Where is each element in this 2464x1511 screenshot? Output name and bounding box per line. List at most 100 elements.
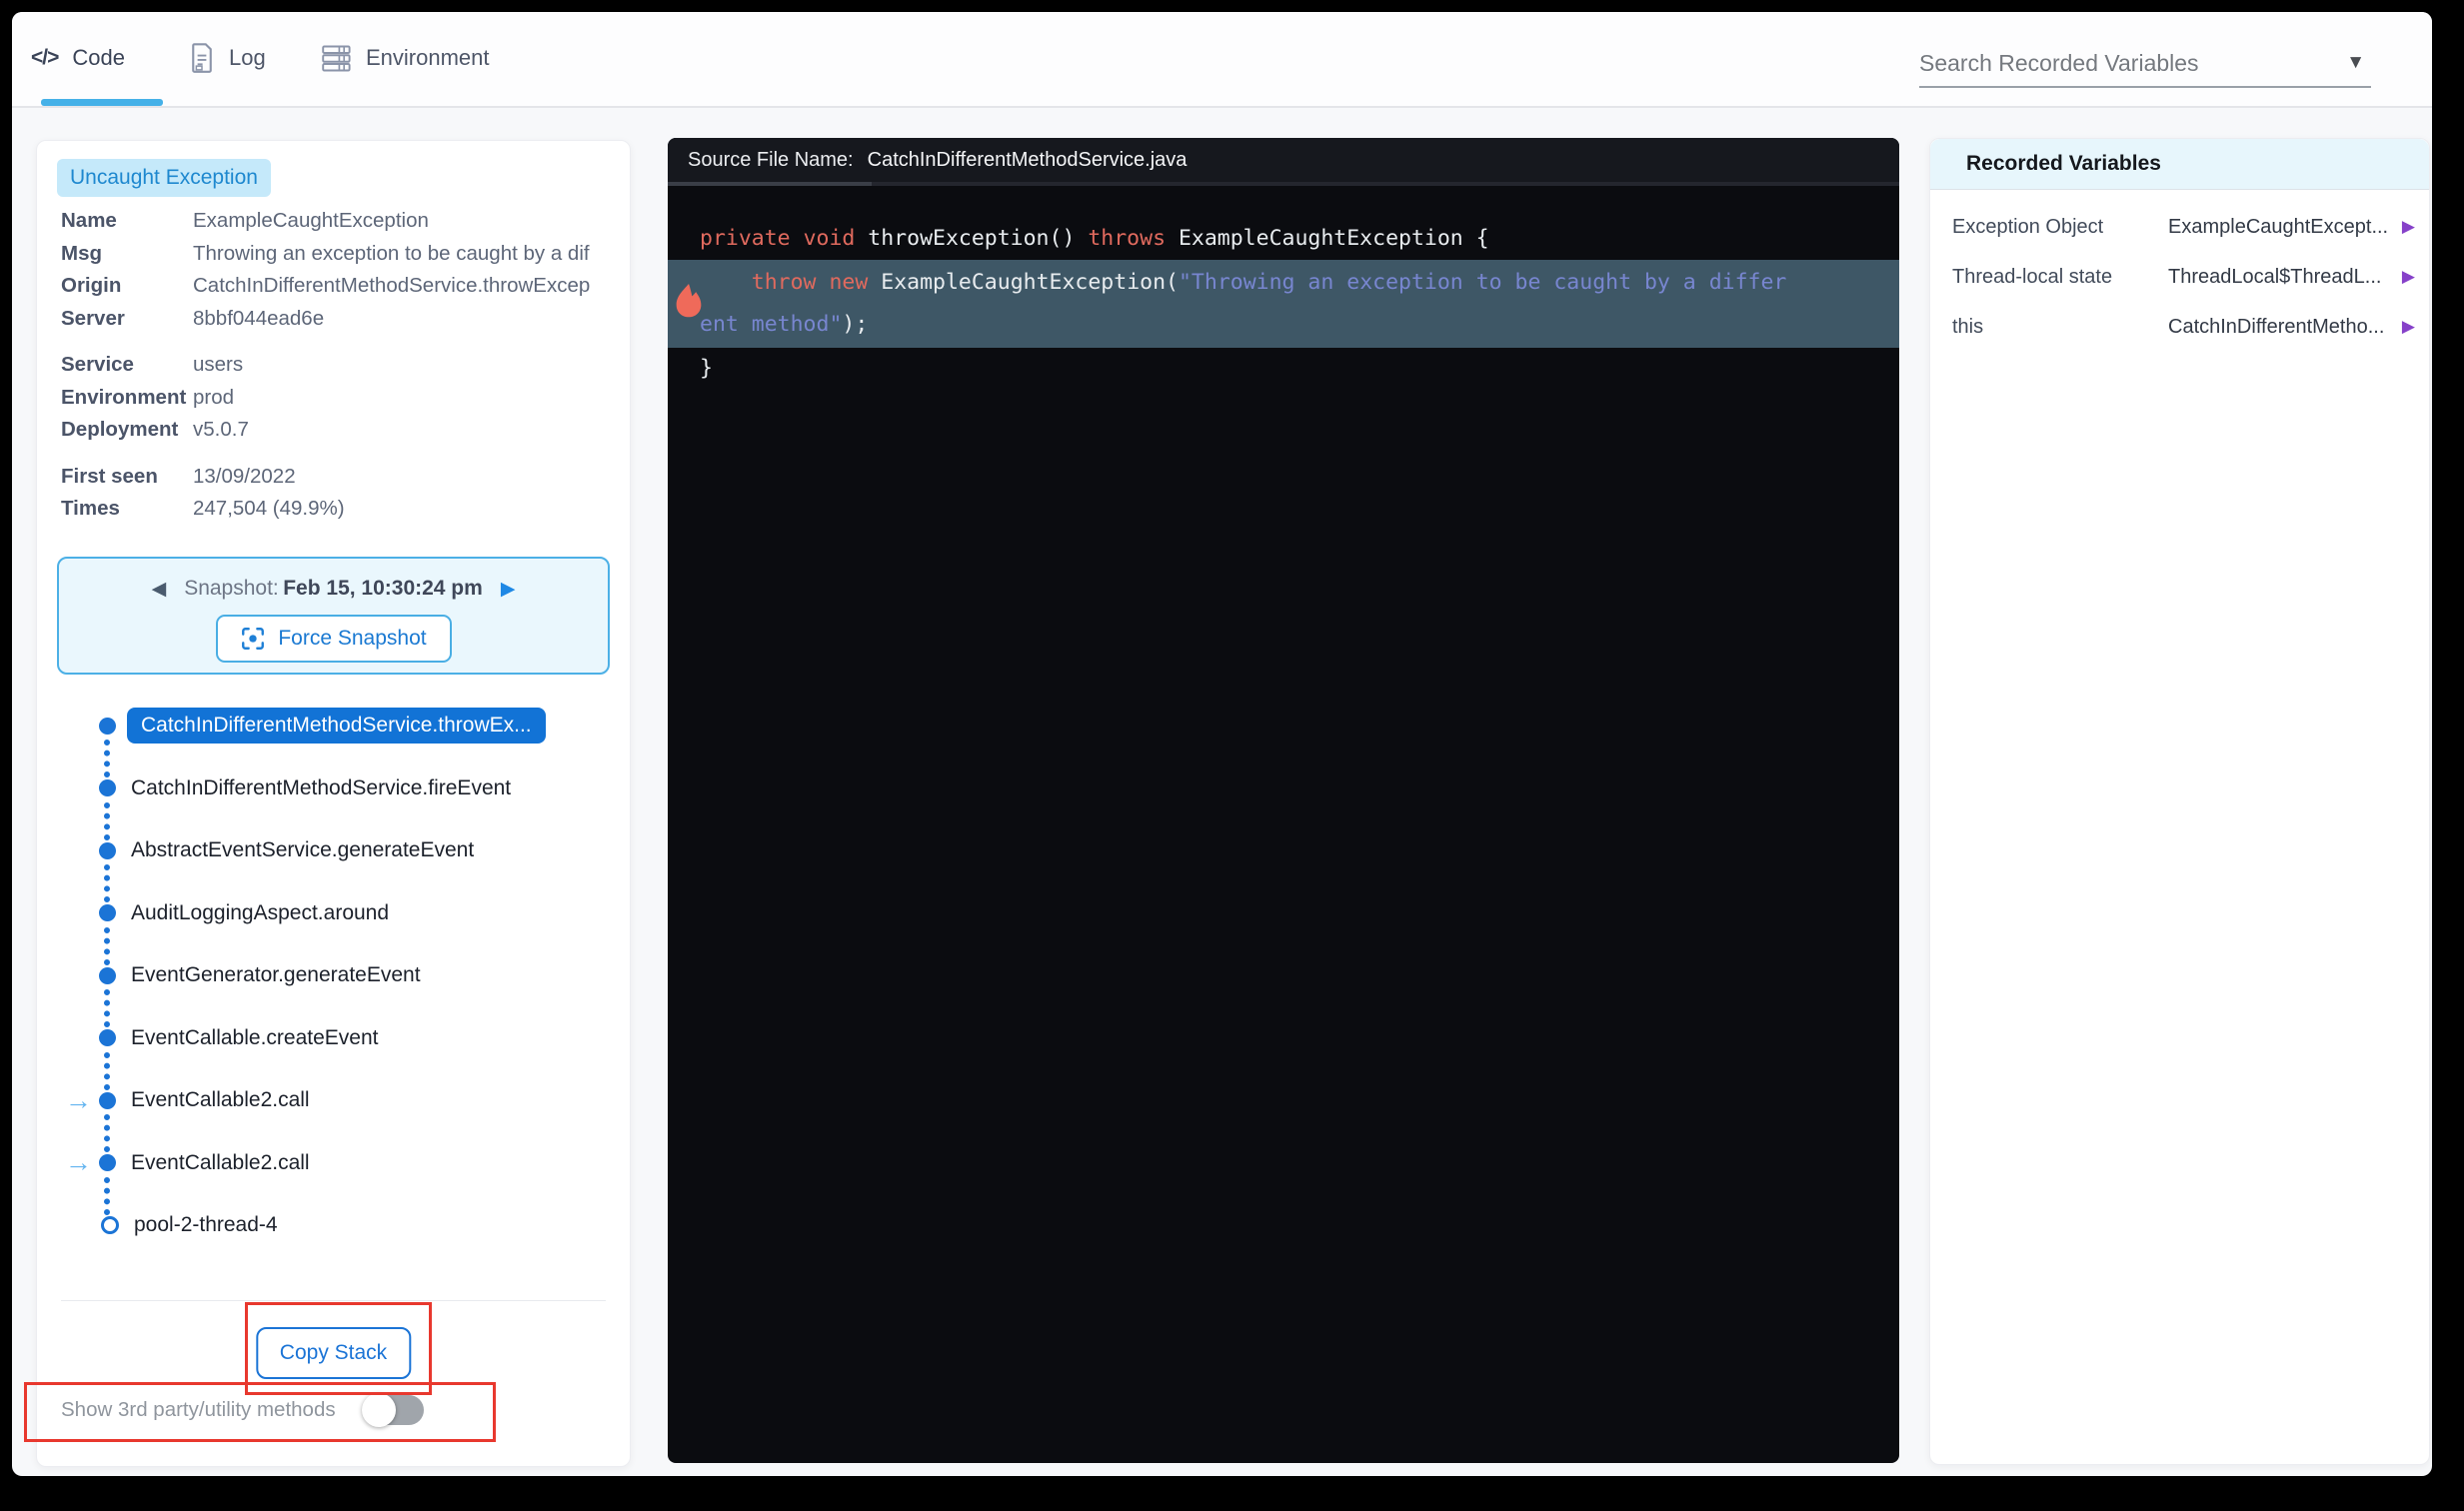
stack-frame-label[interactable]: EventGenerator.generateEvent <box>131 963 421 987</box>
variable-row[interactable]: Thread-local state ThreadLocal$ThreadL...… <box>1930 252 2429 302</box>
environment-icon <box>322 45 352 72</box>
field-value: 13/09/2022 <box>193 464 296 488</box>
exception-flame-icon <box>676 284 702 318</box>
expand-triangle-icon[interactable]: ▶ <box>2402 217 2415 237</box>
field-row: Deployment v5.0.7 <box>61 414 618 447</box>
frame-bullet-icon <box>99 779 116 797</box>
stack-frame-label[interactable]: EventCallable.createEvent <box>131 1026 378 1050</box>
field-row: Msg Throwing an exception to be caught by… <box>61 238 618 271</box>
field-row: Server 8bbf044ead6e <box>61 303 618 336</box>
code-token: ExampleCaughtException( <box>868 270 1179 295</box>
stack-frame-row[interactable]: AuditLoggingAspect.around <box>57 882 610 964</box>
expand-triangle-icon[interactable]: ▶ <box>2402 267 2415 287</box>
field-value: 8bbf044ead6e <box>193 306 325 330</box>
variable-row[interactable]: Exception Object ExampleCaughtExcept... ▶ <box>1930 202 2429 252</box>
field-group: First seen 13/09/2022 Times 247,504 (49.9%) <box>61 461 618 526</box>
tab-log[interactable]: Log <box>189 12 266 104</box>
stack-frame-row[interactable]: AbstractEventService.generateEvent <box>57 819 610 902</box>
stack-trace-list: CatchInDifferentMethodService.throwEx...… <box>57 695 610 1257</box>
field-label: Msg <box>61 241 102 265</box>
stack-frame-row[interactable]: pool-2-thread-4 <box>57 1194 610 1257</box>
stack-frame-label[interactable]: CatchInDifferentMethodService.throwEx... <box>127 708 546 745</box>
recorded-variables-title: Recorded Variables <box>1966 152 2161 175</box>
exception-panel: Uncaught Exception Name ExampleCaughtExce… <box>36 140 631 1467</box>
search-recorded-variables-select[interactable]: Search Recorded Variables ▼ <box>1919 40 2371 88</box>
frame-bullet-icon <box>99 966 116 984</box>
tab-log-label: Log <box>229 45 266 70</box>
code-token: throw <box>751 270 817 295</box>
code-line: ent method"); <box>668 304 1899 346</box>
stack-frame-label[interactable]: AuditLoggingAspect.around <box>131 901 389 925</box>
active-tab-underline <box>41 99 163 106</box>
editor-header: Source File Name: CatchInDifferentMethod… <box>668 138 1899 186</box>
field-row: First seen 13/09/2022 <box>61 461 618 494</box>
stack-frame-row[interactable]: EventCallable.createEvent <box>57 1007 610 1089</box>
code-line: throw new ExampleCaughtException("Throwi… <box>668 262 1899 304</box>
source-file-label: Source File Name: <box>688 148 854 171</box>
snapshot-label: Snapshot: <box>184 577 279 600</box>
field-label: Deployment <box>61 418 179 441</box>
field-value: prod <box>193 385 235 409</box>
capture-icon <box>240 626 266 652</box>
copy-stack-button[interactable]: Copy Stack <box>255 1327 412 1379</box>
field-label: Times <box>61 497 120 520</box>
third-party-toggle[interactable] <box>361 1393 424 1427</box>
stack-frame-label[interactable]: AbstractEventService.generateEvent <box>131 838 474 862</box>
field-label: Origin <box>61 274 122 297</box>
stack-frame-label[interactable]: EventCallable2.call <box>131 1088 310 1112</box>
field-value: 247,504 (49.9%) <box>193 497 345 520</box>
expand-triangle-icon[interactable]: ▶ <box>2402 317 2415 337</box>
tab-code[interactable]: </> Code <box>31 12 163 106</box>
snapshot-box: ◀ Snapshot: Feb 15, 10:30:24 pm ▶ Force … <box>57 557 610 675</box>
exception-fields: Name ExampleCaughtException Msg Throwing an… <box>61 205 618 540</box>
third-party-toggle-label: Show 3rd party/utility methods <box>61 1398 336 1421</box>
stack-frame-label[interactable]: EventCallable2.call <box>131 1151 310 1175</box>
variable-name: Thread-local state <box>1952 265 2113 288</box>
snapshot-prev-icon[interactable]: ◀ <box>152 578 167 601</box>
toggle-knob <box>361 1393 396 1427</box>
frame-bullet-icon <box>99 1029 116 1047</box>
code-area[interactable]: private void throwException() throws Exa… <box>668 186 1899 390</box>
field-label: Name <box>61 209 117 232</box>
code-token: void <box>803 226 856 251</box>
divider <box>61 1300 606 1301</box>
code-token: throwException() <box>855 226 1089 251</box>
stack-frame-row[interactable]: EventGenerator.generateEvent <box>57 944 610 1027</box>
variable-name: this <box>1952 315 1984 338</box>
snapshot-next-icon[interactable]: ▶ <box>501 578 516 601</box>
highlighted-code-block: throw new ExampleCaughtException("Throwi… <box>668 260 1899 348</box>
top-tab-bar: </> Code Log Environment Search Recorded… <box>12 12 2432 108</box>
field-label: Server <box>61 306 125 330</box>
chevron-down-icon: ▼ <box>2346 52 2365 73</box>
variable-value: ThreadLocal$ThreadL... <box>2168 265 2382 288</box>
log-icon <box>189 43 215 73</box>
frame-bullet-icon <box>99 717 116 735</box>
third-party-toggle-row: Show 3rd party/utility methods <box>61 1388 424 1432</box>
code-token: ); <box>842 312 869 337</box>
force-snapshot-label: Force Snapshot <box>278 627 427 650</box>
variable-row[interactable]: this CatchInDifferentMetho... ▶ <box>1930 302 2429 352</box>
header-underline-segment <box>668 182 872 186</box>
exception-type-badge: Uncaught Exception <box>57 159 271 197</box>
source-file-name: CatchInDifferentMethodService.java <box>867 148 1188 171</box>
stack-frame-row[interactable]: → EventCallable2.call <box>57 1132 610 1214</box>
snapshot-datetime: Feb 15, 10:30:24 pm <box>283 577 483 600</box>
stack-frame-row[interactable]: CatchInDifferentMethodService.fireEvent <box>57 757 610 839</box>
code-token: } <box>700 356 713 381</box>
field-value: users <box>193 353 244 376</box>
tab-environment[interactable]: Environment <box>322 12 490 104</box>
force-snapshot-button[interactable]: Force Snapshot <box>215 615 452 663</box>
stack-frame-label[interactable]: pool-2-thread-4 <box>134 1213 278 1237</box>
stack-frame-label[interactable]: CatchInDifferentMethodService.fireEvent <box>131 776 511 800</box>
field-label: First seen <box>61 464 158 488</box>
stack-frame-row[interactable]: → EventCallable2.call <box>57 1069 610 1152</box>
stack-frame-row[interactable]: CatchInDifferentMethodService.throwEx... <box>57 695 610 777</box>
search-placeholder: Search Recorded Variables <box>1919 49 2199 76</box>
code-token: private <box>700 226 791 251</box>
code-token: "Throwing an exception to be caught by a… <box>1178 270 1787 295</box>
variable-value: ExampleCaughtExcept... <box>2168 215 2389 238</box>
code-token: new <box>829 270 869 295</box>
field-label: Environment <box>61 385 187 409</box>
